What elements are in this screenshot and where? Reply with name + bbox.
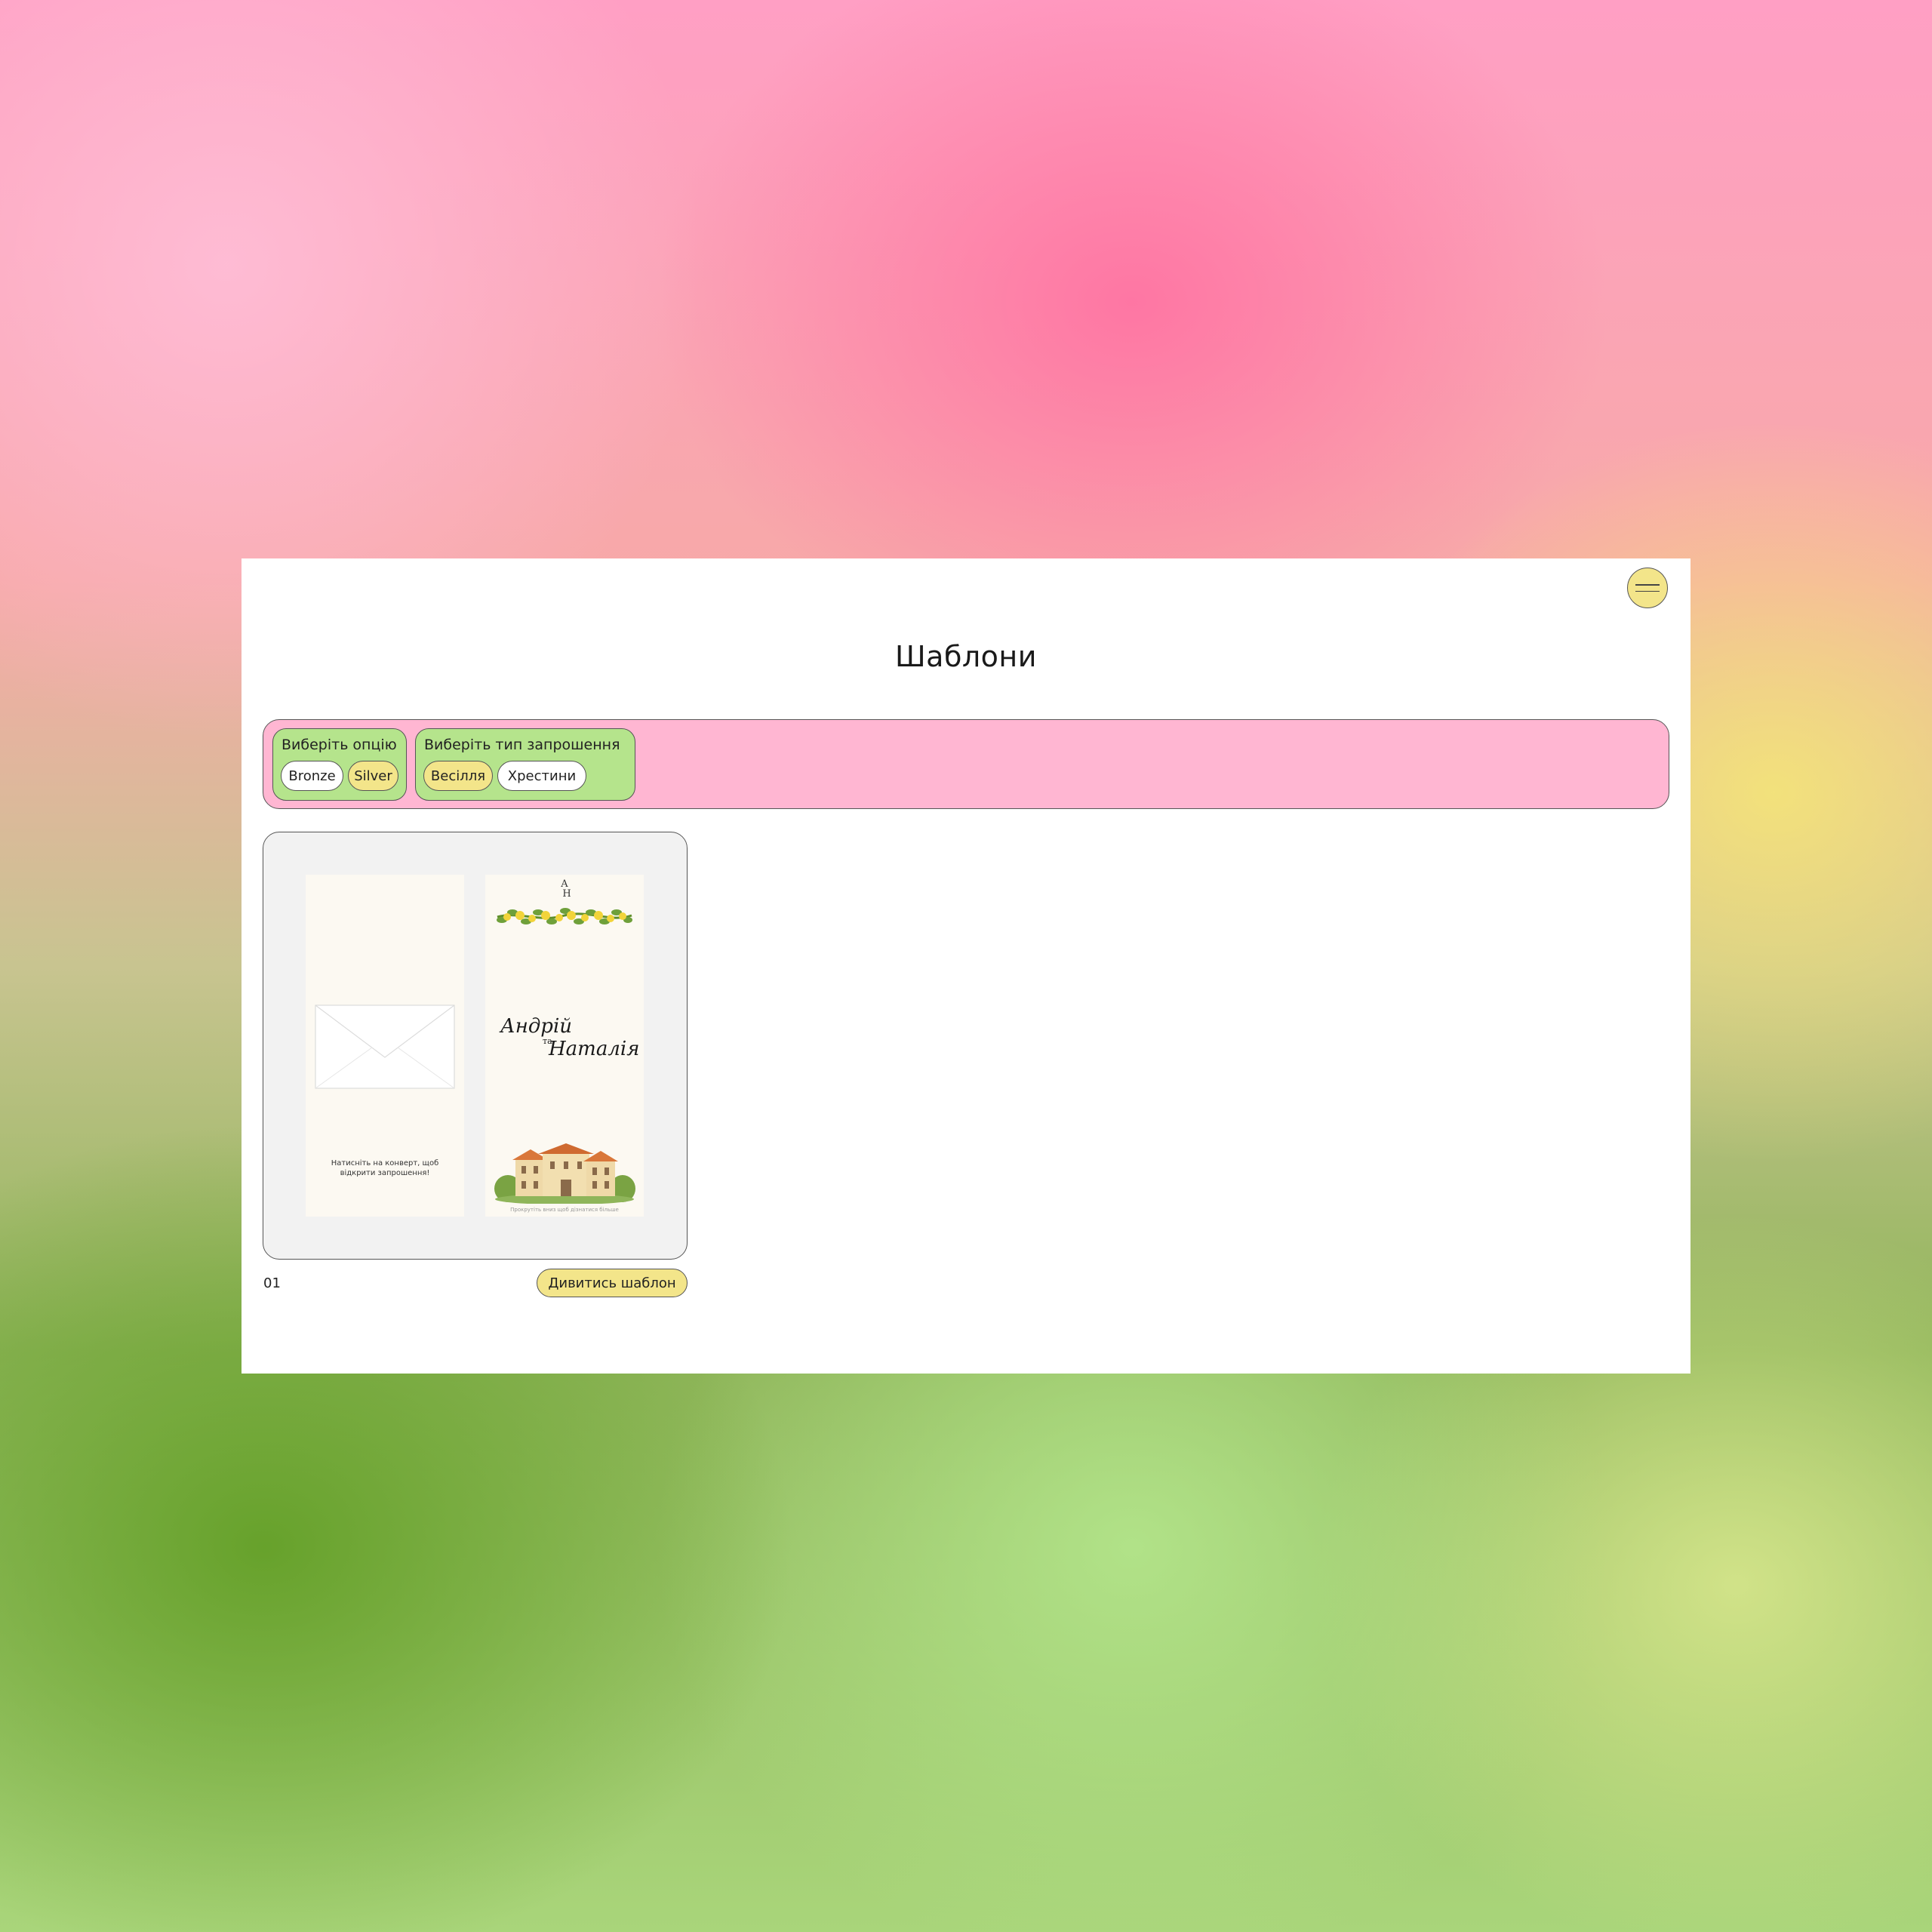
envelope-hint-text: Натисніть на конверт, щоб відкрити запро… <box>331 1159 439 1177</box>
template-card[interactable]: Натисніть на конверт, щоб відкрити запро… <box>263 832 688 1260</box>
monogram-bottom-letter: H <box>562 888 571 900</box>
type-filter-label: Виберіть тип запрошення <box>424 737 620 753</box>
preview-envelope-screen: Натисніть на конверт, щоб відкрити запро… <box>306 875 464 1217</box>
templates-panel: Шаблони Виберіть опцію Bronze Silver Виб… <box>242 558 1690 1374</box>
page-title: Шаблони <box>895 640 1037 673</box>
couple-names: Андрій та Наталія <box>485 1015 644 1068</box>
monogram: A H <box>485 879 644 899</box>
view-template-button[interactable]: Дивитись шаблон <box>537 1269 688 1297</box>
chip-christening[interactable]: Хрестини <box>497 761 586 791</box>
type-filter-group: Виберіть тип запрошення Весілля Хрестини <box>415 728 635 801</box>
villa-illustration-icon <box>494 1143 635 1204</box>
chip-bronze[interactable]: Bronze <box>281 761 343 791</box>
option-filter-group: Виберіть опцію Bronze Silver <box>272 728 407 801</box>
bride-name: Наталія <box>549 1038 640 1060</box>
scroll-hint-text: Прокрутіть вниз щоб дізнатися більше <box>510 1207 619 1213</box>
chip-silver[interactable]: Silver <box>348 761 398 791</box>
envelope-icon <box>315 1004 455 1089</box>
lemon-garland-icon <box>497 908 632 924</box>
preview-invitation-screen: A H Андрій та Наталія Прокрутіть вниз що… <box>485 875 644 1217</box>
groom-name: Андрій <box>500 1015 572 1038</box>
hamburger-menu-icon-bar <box>1635 590 1660 592</box>
option-filter-label: Виберіть опцію <box>281 737 397 753</box>
filter-bar: Виберіть опцію Bronze Silver Виберіть ти… <box>263 719 1669 809</box>
chip-wedding[interactable]: Весілля <box>423 761 493 791</box>
menu-button[interactable] <box>1627 568 1668 608</box>
hamburger-menu-icon <box>1635 584 1660 586</box>
template-number: 01 <box>263 1275 281 1291</box>
